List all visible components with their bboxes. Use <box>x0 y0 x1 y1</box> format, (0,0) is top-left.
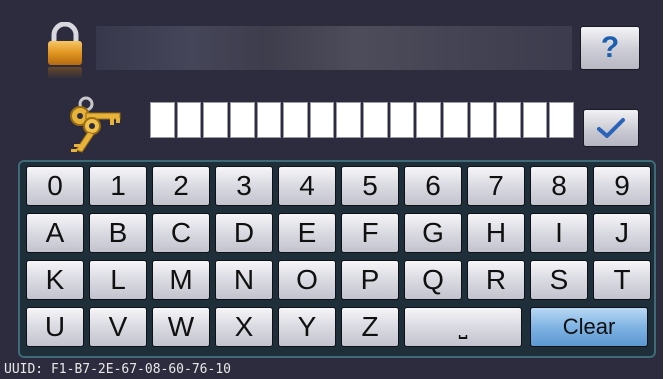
on-screen-keyboard: ⎵ Clear 0123456789 ABCDEFGHIJ KLMNOPQRST UV… <box>18 160 656 358</box>
key-5[interactable]: 5 <box>341 166 399 206</box>
key-1[interactable]: 1 <box>89 166 147 206</box>
code-box <box>496 102 521 138</box>
key-2[interactable]: 2 <box>152 166 210 206</box>
code-box <box>336 102 361 138</box>
key-8[interactable]: 8 <box>530 166 588 206</box>
code-box <box>203 102 228 138</box>
key-a[interactable]: A <box>26 213 84 253</box>
key-3[interactable]: 3 <box>215 166 273 206</box>
key-s[interactable]: S <box>530 260 588 300</box>
code-box <box>416 102 441 138</box>
space-key[interactable]: ⎵ <box>404 307 522 347</box>
checkmark-icon <box>597 118 625 138</box>
key-w[interactable]: W <box>152 307 210 347</box>
key-k[interactable]: K <box>26 260 84 300</box>
key-x[interactable]: X <box>215 307 273 347</box>
key-7[interactable]: 7 <box>467 166 525 206</box>
title-strip <box>96 26 572 70</box>
key-e[interactable]: E <box>278 213 336 253</box>
key-g[interactable]: G <box>404 213 462 253</box>
clear-key[interactable]: Clear <box>530 307 648 347</box>
question-mark-icon: ? <box>600 31 620 64</box>
key-h[interactable]: H <box>467 213 525 253</box>
key-6[interactable]: 6 <box>404 166 462 206</box>
key-0[interactable]: 0 <box>26 166 84 206</box>
code-box <box>469 102 495 138</box>
lock-icon <box>48 22 82 79</box>
key-d[interactable]: D <box>215 213 273 253</box>
key-r[interactable]: R <box>467 260 525 300</box>
key-p[interactable]: P <box>341 260 399 300</box>
key-v[interactable]: V <box>89 307 147 347</box>
key-t[interactable]: T <box>593 260 651 300</box>
key-9[interactable]: 9 <box>593 166 651 206</box>
key-4[interactable]: 4 <box>278 166 336 206</box>
key-f[interactable]: F <box>341 213 399 253</box>
key-m[interactable]: M <box>152 260 210 300</box>
code-box <box>256 102 282 138</box>
code-box <box>309 102 335 138</box>
key-j[interactable]: J <box>593 213 651 253</box>
key-q[interactable]: Q <box>404 260 462 300</box>
uuid-text: UUID: F1-B7-2E-67-08-60-76-10 <box>4 362 231 377</box>
key-u[interactable]: U <box>26 307 84 347</box>
key-i[interactable]: I <box>530 213 588 253</box>
code-box <box>229 102 255 138</box>
code-box <box>389 102 415 138</box>
code-box <box>176 102 202 138</box>
key-c[interactable]: C <box>152 213 210 253</box>
code-box <box>150 102 175 138</box>
code-box <box>442 102 468 138</box>
code-entry-boxes[interactable] <box>150 102 574 138</box>
key-b[interactable]: B <box>89 213 147 253</box>
space-icon: ⎵ <box>458 314 468 339</box>
key-n[interactable]: N <box>215 260 273 300</box>
key-l[interactable]: L <box>89 260 147 300</box>
key-y[interactable]: Y <box>278 307 336 347</box>
key-o[interactable]: O <box>278 260 336 300</box>
code-box <box>283 102 308 138</box>
code-box <box>549 102 574 138</box>
confirm-button[interactable] <box>583 109 639 147</box>
keys-icon <box>70 96 121 153</box>
help-button[interactable]: ? <box>580 26 640 70</box>
key-z[interactable]: Z <box>341 307 399 347</box>
code-box <box>522 102 548 138</box>
unlock-panel: ? ⎵ Clear 0123456789 ABCDEFGHIJ KLMNOPQRST… <box>0 0 667 379</box>
code-box <box>363 102 388 138</box>
